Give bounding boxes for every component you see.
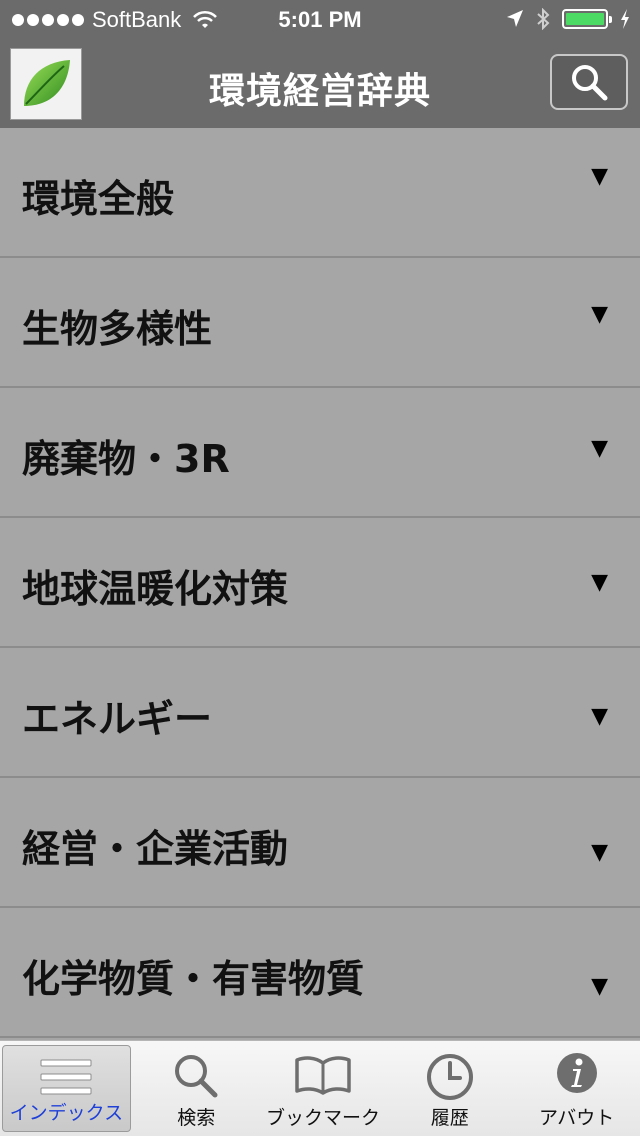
- expand-arrow-icon: ▼: [591, 840, 608, 865]
- expand-arrow-icon: ▼: [591, 704, 608, 729]
- category-row-environment-general[interactable]: 環境全般 ▼: [0, 128, 640, 258]
- category-label: 化学物質・有害物質: [22, 957, 365, 1001]
- status-bar: SoftBank 5:01 PM: [0, 0, 640, 40]
- category-list: 環境全般 ▼ 生物多様性 ▼ 廃棄物・3R ▼ 地球温暖化対策 ▼ エネルギー …: [0, 128, 640, 1040]
- expand-arrow-icon: ▼: [591, 974, 608, 999]
- bluetooth-icon: [537, 8, 550, 30]
- status-right: [506, 8, 630, 30]
- tab-index[interactable]: インデックス: [2, 1045, 131, 1132]
- expand-arrow-icon: ▼: [591, 570, 608, 595]
- clock-icon: [426, 1054, 473, 1100]
- tab-bookmark[interactable]: ブックマーク: [260, 1041, 387, 1136]
- tab-label: 検索: [177, 1107, 216, 1129]
- tab-label: インデックス: [9, 1102, 124, 1124]
- location-arrow-icon: [507, 10, 523, 27]
- category-row-chemicals[interactable]: 化学物質・有害物質 ▼: [0, 908, 640, 1038]
- book-icon: [295, 1056, 351, 1095]
- page-title: 環境経営辞典: [208, 71, 431, 112]
- category-row-management[interactable]: 経営・企業活動 ▼: [0, 778, 640, 908]
- expand-arrow-icon: ▼: [591, 302, 608, 327]
- tab-search[interactable]: 検索: [133, 1041, 260, 1136]
- expand-arrow-icon: ▼: [591, 164, 608, 189]
- tab-history[interactable]: 履歴: [386, 1041, 513, 1136]
- category-row-waste-3r[interactable]: 廃棄物・3R ▼: [0, 388, 640, 518]
- category-row-global-warming[interactable]: 地球温暖化対策 ▼: [0, 518, 640, 648]
- tab-label: ブックマーク: [265, 1107, 380, 1129]
- tab-about[interactable]: アバウト: [513, 1041, 640, 1136]
- category-label: 地球温暖化対策: [22, 567, 289, 611]
- navigation-bar: 環境経営辞典: [0, 40, 640, 128]
- battery-icon: [562, 9, 612, 29]
- tab-bar: インデックス 検索 ブックマーク 履歴 アバウト: [0, 1040, 640, 1136]
- category-row-biodiversity[interactable]: 生物多様性 ▼: [0, 258, 640, 388]
- search-button[interactable]: [550, 54, 628, 110]
- category-label: 環境全般: [22, 177, 175, 221]
- search-icon: [572, 65, 608, 101]
- list-icon: [40, 1059, 92, 1095]
- category-label: 経営・企業活動: [22, 827, 289, 871]
- category-label: 生物多様性: [22, 307, 213, 351]
- expand-arrow-icon: ▼: [591, 436, 608, 461]
- category-label: エネルギー: [22, 697, 213, 741]
- search-icon: [175, 1055, 218, 1098]
- category-label: 廃棄物・3R: [22, 437, 230, 481]
- charging-bolt-icon: [621, 9, 629, 29]
- tab-label: アバウト: [538, 1107, 615, 1129]
- info-icon: [556, 1053, 597, 1093]
- category-row-energy[interactable]: エネルギー ▼: [0, 648, 640, 778]
- tab-label: 履歴: [430, 1107, 469, 1129]
